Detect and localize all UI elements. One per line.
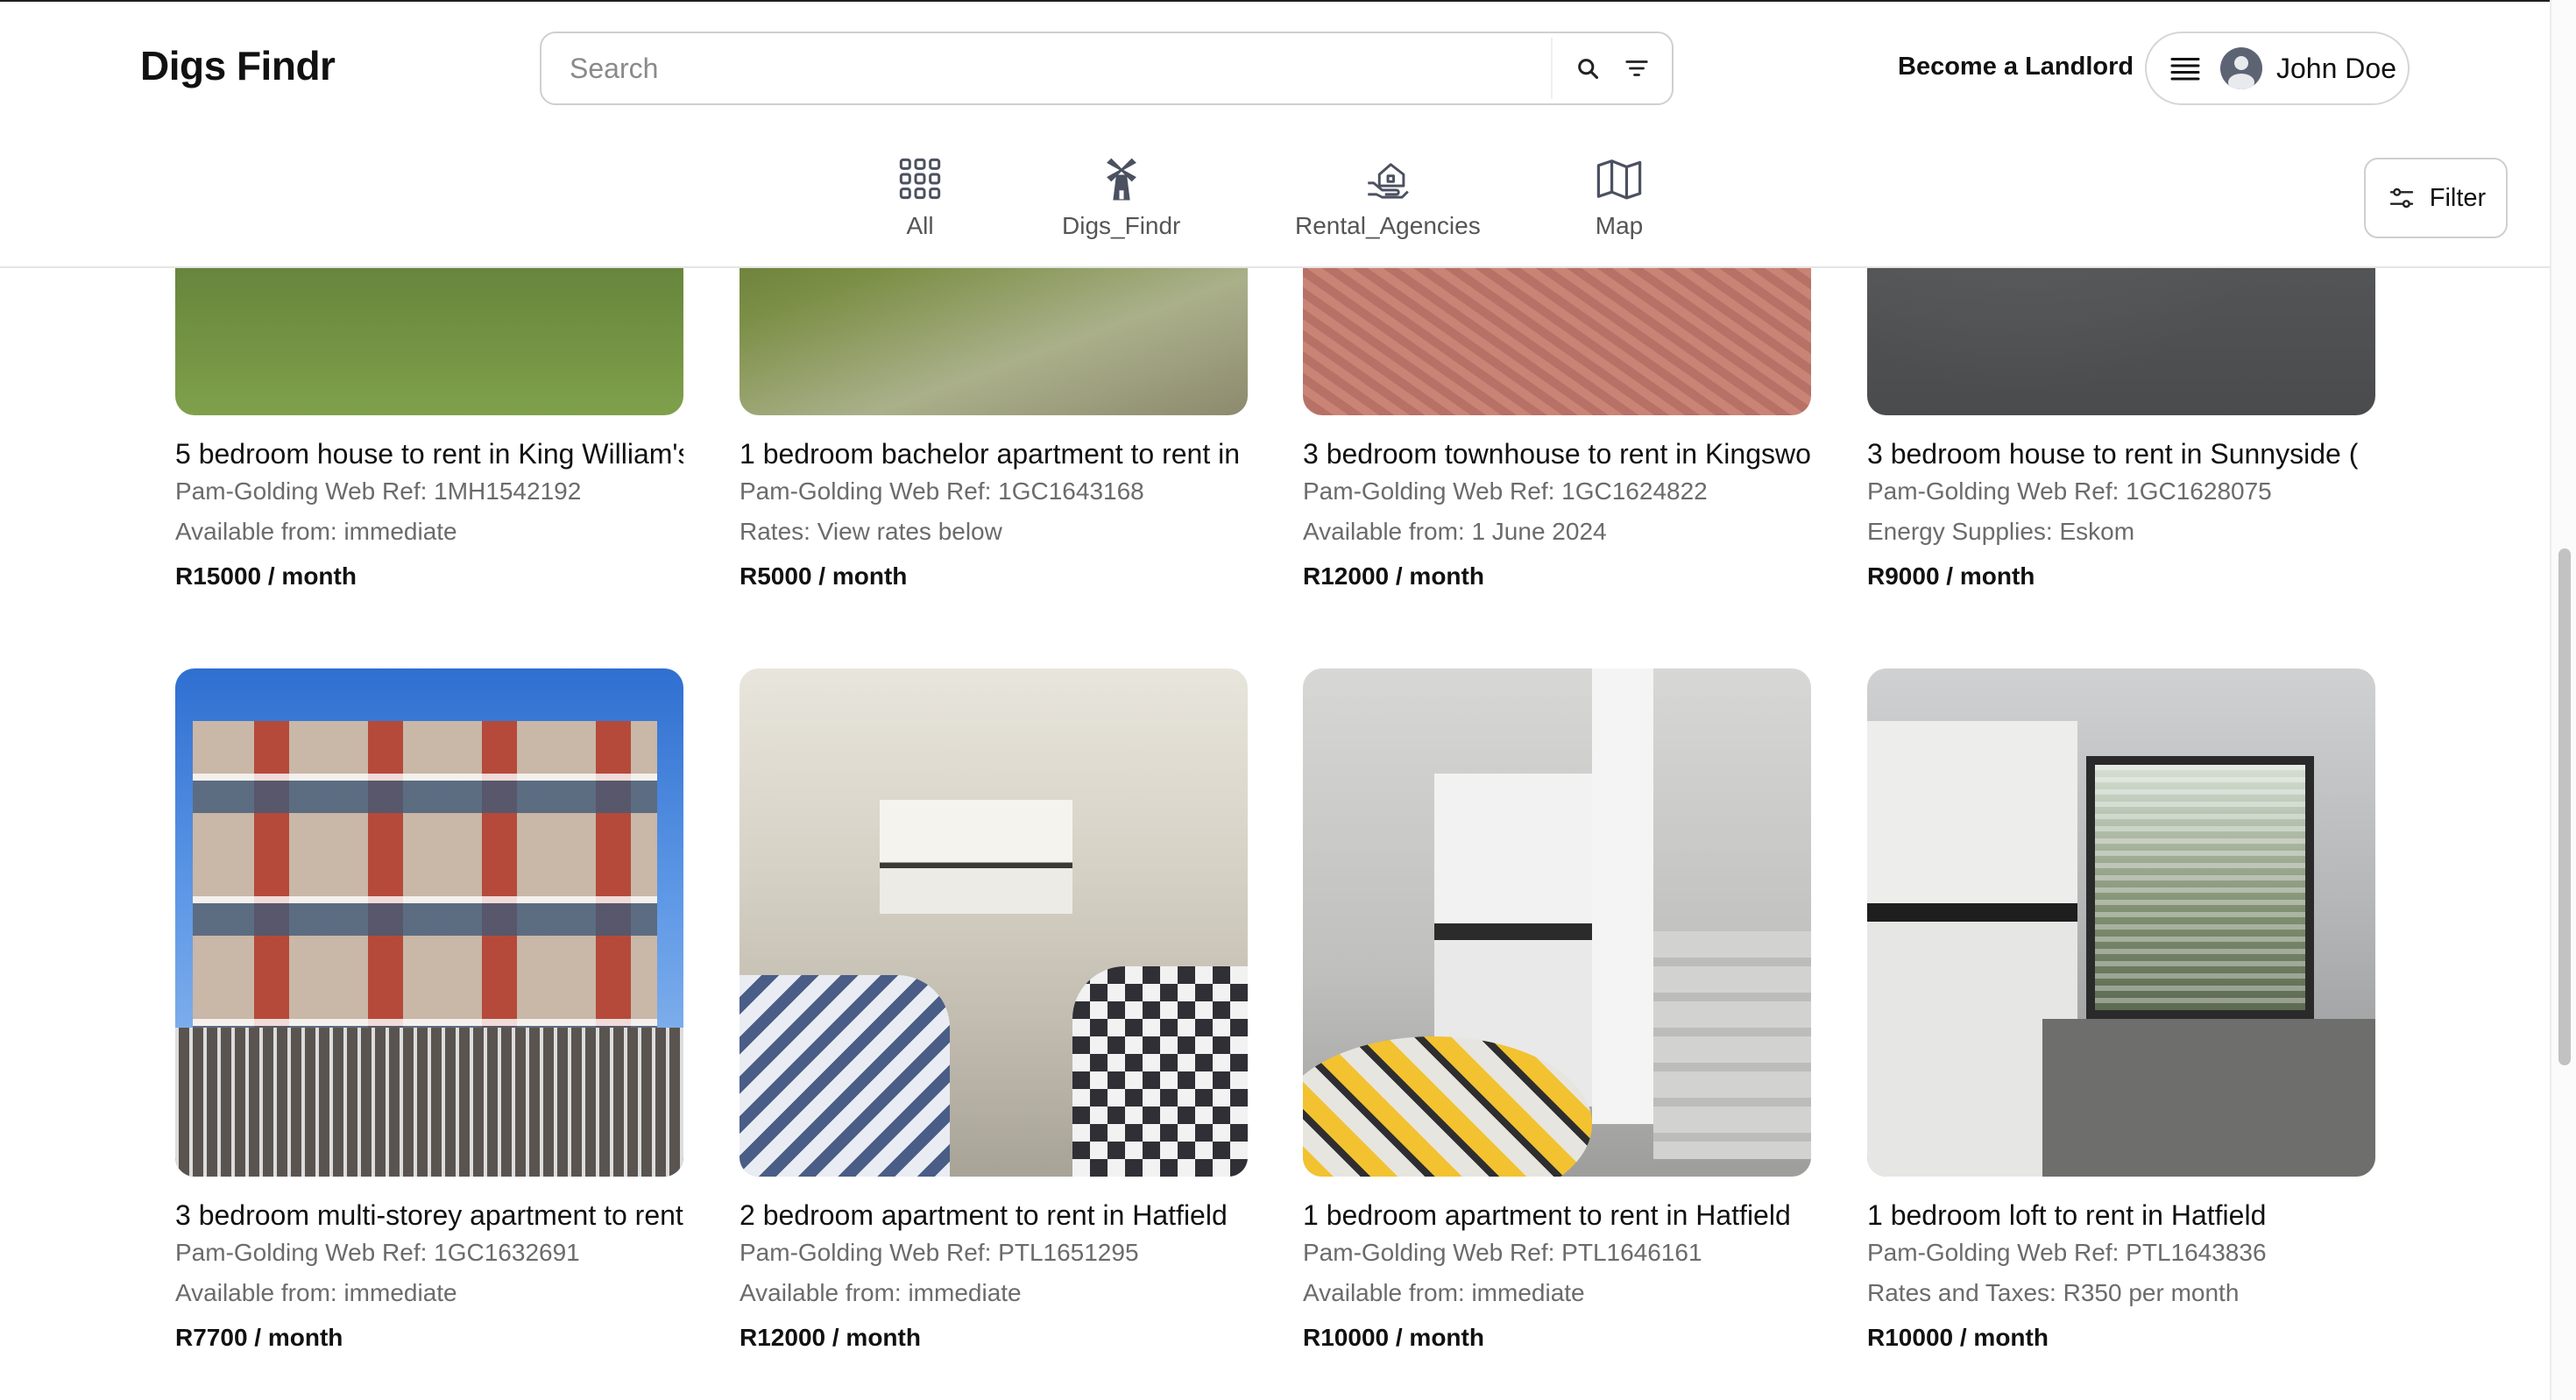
grid-icon: [895, 154, 945, 203]
listing-price: R7700 / month: [175, 1324, 343, 1351]
listing-ref: Pam-Golding Web Ref: 1MH1542192: [175, 477, 582, 505]
listing-ref: Pam-Golding Web Ref: 1GC1624822: [1303, 477, 1708, 505]
listing-title[interactable]: 3 bedroom multi-storey apartment to rent: [175, 1198, 683, 1233]
listing-price: R12000 / month: [1303, 562, 1484, 590]
listing-title[interactable]: 3 bedroom townhouse to rent in Kingswood: [1303, 436, 1811, 471]
listing-ref: Pam-Golding Web Ref: 1GC1628075: [1867, 477, 2272, 505]
nav-item-map[interactable]: Map: [1595, 154, 1644, 240]
listing-detail: Available from: immediate: [175, 518, 457, 545]
listing-title[interactable]: 5 bedroom house to rent in King William'…: [175, 436, 683, 471]
nav-item-digs-findr[interactable]: Digs_Findr: [1062, 154, 1180, 240]
nav-item-label: Rental_Agencies: [1295, 212, 1481, 239]
search-divider: [1551, 38, 1553, 99]
listing-photo[interactable]: [740, 668, 1248, 1177]
window-top-border: [0, 0, 2576, 2]
nav-item-label: Digs_Findr: [1062, 212, 1181, 239]
nav-item-label: All: [906, 212, 934, 239]
listing-detail: Available from: immediate: [175, 1279, 457, 1306]
listing-title[interactable]: 2 bedroom apartment to rent in Hatfield: [740, 1198, 1248, 1233]
listing-price: R12000 / month: [740, 1324, 921, 1351]
search-input[interactable]: [570, 42, 1551, 95]
nav-item-all[interactable]: All: [895, 154, 945, 240]
scrollbar-thumb[interactable]: [2558, 548, 2571, 1065]
listing-detail: Available from: 1 June 2024: [1303, 518, 1607, 545]
listing-title[interactable]: 3 bedroom house to rent in Sunnyside (: [1867, 436, 2375, 471]
windmill-icon: [1097, 154, 1146, 203]
listing-card[interactable]: 3 bedroom multi-storey apartment to rent…: [175, 668, 683, 1354]
page-scrollbar[interactable]: [2550, 0, 2576, 1400]
search-icon[interactable]: [1563, 44, 1612, 93]
listing-detail: Rates: View rates below: [740, 518, 1002, 545]
avatar: [2220, 47, 2262, 89]
listing-detail: Available from: immediate: [1303, 1279, 1585, 1306]
filter-button-label: Filter: [2429, 183, 2487, 212]
user-name: John Doe: [2276, 52, 2396, 84]
listing-detail: Available from: immediate: [740, 1279, 1022, 1306]
listing-title[interactable]: 1 bedroom bachelor apartment to rent in: [740, 436, 1248, 471]
sliders-icon: [2386, 182, 2417, 214]
listing-photo[interactable]: [1303, 668, 1811, 1177]
listing-ref: Pam-Golding Web Ref: PTL1646161: [1303, 1239, 1702, 1266]
listing-detail: Rates and Taxes: R350 per month: [1867, 1279, 2240, 1306]
nav-item-rental-agencies[interactable]: Rental_Agencies: [1295, 154, 1481, 240]
listing-price: R10000 / month: [1867, 1324, 2049, 1351]
nav-item-label: Map: [1595, 212, 1644, 239]
listing-ref: Pam-Golding Web Ref: 1GC1632691: [175, 1239, 580, 1266]
user-menu-button[interactable]: John Doe: [2145, 32, 2410, 105]
become-landlord-link[interactable]: Become a Landlord: [1898, 53, 2134, 81]
house-hand-icon: [1363, 154, 1412, 203]
listing-price: R5000 / month: [740, 562, 908, 590]
listing-detail: Energy Supplies: Eskom: [1867, 518, 2135, 545]
map-icon: [1595, 154, 1644, 203]
listing-price: R10000 / month: [1303, 1324, 1484, 1351]
listing-ref: Pam-Golding Web Ref: 1GC1643168: [740, 477, 1144, 505]
listing-price: R15000 / month: [175, 562, 357, 590]
site-header: Digs Findr Become a Landlord John Doe: [0, 0, 2550, 268]
listing-title[interactable]: 1 bedroom loft to rent in Hatfield: [1867, 1198, 2375, 1233]
listing-card[interactable]: 1 bedroom loft to rent in Hatfield Pam-G…: [1867, 668, 2375, 1354]
sort-filter-icon[interactable]: [1612, 44, 1661, 93]
hamburger-menu-icon: [2168, 51, 2203, 86]
listing-card[interactable]: 2 bedroom apartment to rent in Hatfield …: [740, 668, 1248, 1354]
brand-logo[interactable]: Digs Findr: [140, 42, 336, 89]
listing-ref: Pam-Golding Web Ref: PTL1643836: [1867, 1239, 2267, 1266]
listing-photo[interactable]: [1867, 668, 2375, 1177]
filter-button[interactable]: Filter: [2364, 158, 2508, 238]
listing-title[interactable]: 1 bedroom apartment to rent in Hatfield: [1303, 1198, 1811, 1233]
listing-card[interactable]: 1 bedroom apartment to rent in Hatfield …: [1303, 668, 1811, 1354]
search-bar[interactable]: [540, 32, 1674, 105]
listing-ref: Pam-Golding Web Ref: PTL1651295: [740, 1239, 1139, 1266]
listing-photo[interactable]: [175, 668, 683, 1177]
listing-price: R9000 / month: [1867, 562, 2035, 590]
